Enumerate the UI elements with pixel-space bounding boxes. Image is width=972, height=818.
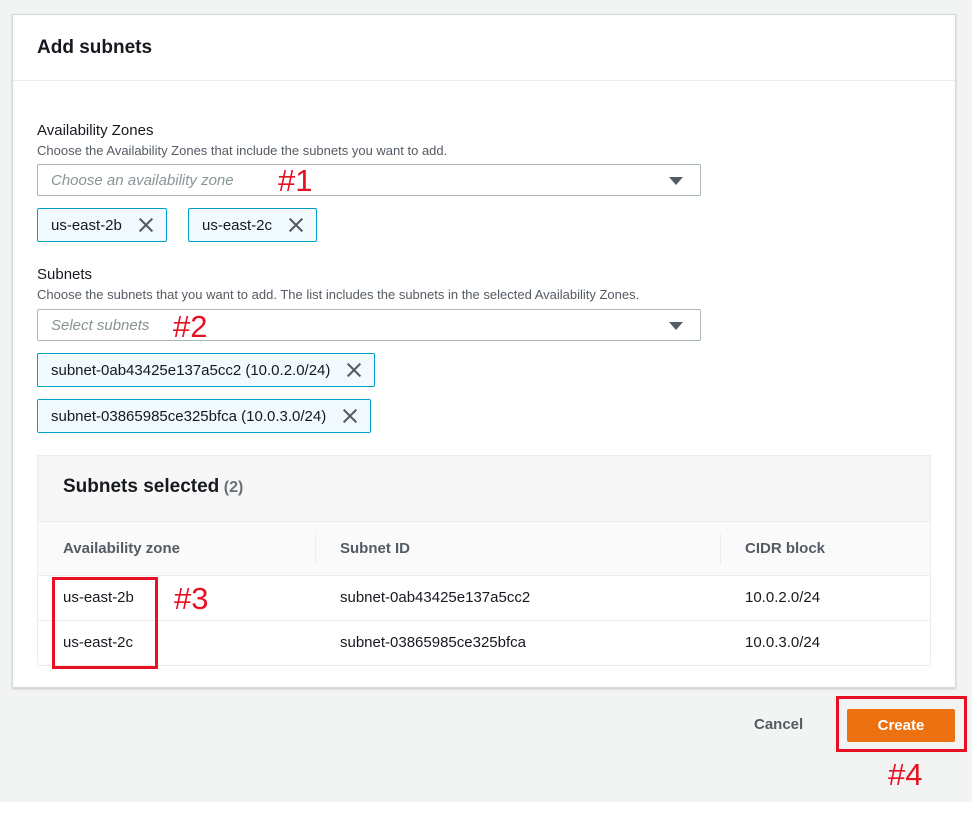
table-row: us-east-2c subnet-03865985ce325bfca 10.0…	[38, 621, 930, 666]
column-header-availability-zone: Availability zone	[63, 540, 180, 557]
availability-zone-placeholder: Choose an availability zone	[51, 172, 234, 189]
cell-subnet-id: subnet-03865985ce325bfca	[340, 634, 526, 651]
token-label: us-east-2b	[51, 216, 122, 234]
availability-zones-label: Availability Zones	[37, 122, 154, 139]
token-label: subnet-03865985ce325bfca (10.0.3.0/24)	[51, 407, 327, 425]
subnets-label: Subnets	[37, 266, 93, 283]
column-header-subnet-id: Subnet ID	[340, 540, 410, 557]
annotation-box-3	[52, 577, 158, 669]
close-icon[interactable]	[138, 217, 154, 233]
caret-down-icon	[669, 322, 683, 330]
annotation-4: #4	[888, 757, 923, 792]
table-column-headers: Availability zone Subnet ID CIDR block	[38, 522, 930, 576]
annotation-3: #3	[174, 581, 209, 616]
column-header-cidr-block: CIDR block	[745, 540, 826, 557]
az-token-us-east-2c: us-east-2c	[188, 208, 318, 242]
table-header: Subnets selected (2)	[38, 456, 930, 522]
close-icon[interactable]	[288, 217, 304, 233]
token-label: subnet-0ab43425e137a5cc2 (10.0.2.0/24)	[51, 361, 331, 379]
cell-cidr-block: 10.0.2.0/24	[745, 589, 821, 606]
availability-zone-select[interactable]: Choose an availability zone	[37, 164, 701, 196]
subnets-select[interactable]: Select subnets	[37, 309, 701, 341]
caret-down-icon	[669, 177, 683, 185]
close-icon[interactable]	[342, 408, 358, 424]
az-token-us-east-2b: us-east-2b	[37, 208, 167, 242]
table-title: Subnets selected	[63, 476, 220, 497]
table-row: us-east-2b subnet-0ab43425e137a5cc2 10.0…	[38, 576, 930, 621]
subnets-description: Choose the subnets that you want to add.…	[37, 287, 640, 302]
table-count: (2)	[223, 479, 244, 496]
annotation-box-4	[836, 696, 967, 752]
subnet-token-1: subnet-0ab43425e137a5cc2 (10.0.2.0/24)	[37, 353, 376, 387]
panel-title: Add subnets	[37, 37, 153, 58]
annotation-1: #1	[278, 163, 313, 198]
panel-header: Add subnets	[13, 15, 955, 81]
subnets-selected-table: Subnets selected (2) Availability zone S…	[37, 455, 931, 666]
subnet-token-2: subnet-03865985ce325bfca (10.0.3.0/24)	[37, 399, 372, 433]
cell-cidr-block: 10.0.3.0/24	[745, 634, 821, 651]
close-icon[interactable]	[346, 362, 362, 378]
column-divider	[315, 534, 316, 564]
annotation-2: #2	[173, 309, 208, 344]
cell-subnet-id: subnet-0ab43425e137a5cc2	[340, 589, 531, 606]
cancel-button[interactable]: Cancel	[754, 716, 803, 733]
column-divider	[720, 534, 721, 564]
subnets-placeholder: Select subnets	[51, 317, 150, 334]
token-label: us-east-2c	[202, 216, 273, 234]
availability-zones-description: Choose the Availability Zones that inclu…	[37, 143, 448, 158]
